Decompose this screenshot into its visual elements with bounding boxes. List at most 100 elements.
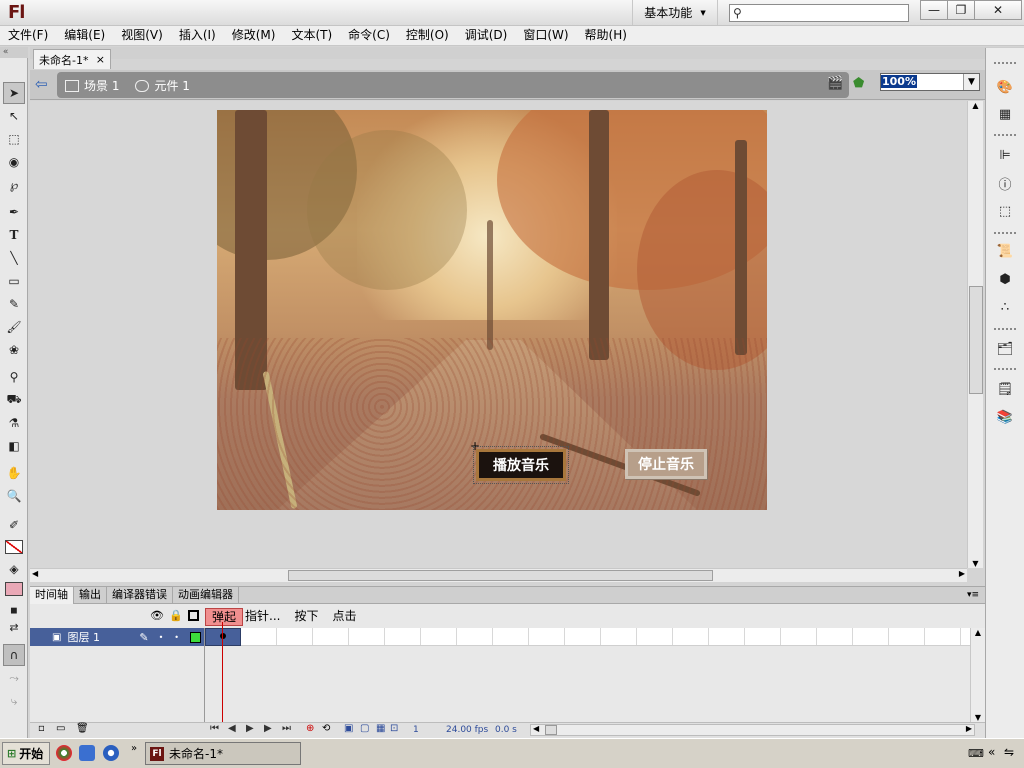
pencil-tool-icon[interactable]: ✎ [3, 293, 25, 315]
scroll-up-icon[interactable]: ▲ [968, 101, 983, 110]
frame-label-hit[interactable]: 点击 [332, 608, 356, 626]
back-arrow-icon[interactable]: ⇦ [35, 75, 48, 93]
deco-tool-icon[interactable]: ❀ [3, 339, 25, 361]
taskbar-item-flash[interactable]: Fl 未命名-1* [145, 742, 301, 765]
ie-icon[interactable] [79, 745, 95, 761]
menu-edit[interactable]: 编辑(E) [56, 26, 113, 46]
bone-tool-icon[interactable]: ⚲ [3, 366, 25, 388]
center-frame-icon[interactable]: ⊕ [306, 723, 314, 734]
zoom-tool-icon[interactable]: 🔍 [3, 485, 25, 507]
new-folder-icon[interactable]: ▭ [56, 723, 65, 734]
menu-view[interactable]: 视图(V) [113, 26, 171, 46]
straighten-icon[interactable]: ⤷ [3, 690, 25, 712]
panel-menu-icon[interactable]: ▾≡ [967, 590, 979, 600]
eraser-tool-icon[interactable]: ◧ [3, 435, 25, 457]
menu-modify[interactable]: 修改(M) [224, 26, 284, 46]
playhead[interactable] [222, 622, 223, 738]
transform-panel-icon[interactable]: ⬚ [994, 200, 1016, 222]
new-layer-icon[interactable]: ▫ [38, 723, 45, 734]
align-panel-icon[interactable]: ⊫ [994, 144, 1016, 166]
keyboard-icon[interactable]: ⌨ [968, 747, 984, 760]
code-snippets-icon[interactable]: 📜 [994, 240, 1016, 262]
start-button[interactable]: ⊞ 开始 [2, 742, 50, 765]
app-quicklaunch-icon[interactable] [103, 745, 119, 761]
first-frame-icon[interactable]: ⏮ [210, 723, 219, 734]
layer-row[interactable]: ▣ 图层 1 ✎ • • [30, 628, 205, 646]
swatches-panel-icon[interactable]: ▦ [994, 103, 1016, 125]
edit-symbols-icon[interactable]: ⬟ [853, 76, 864, 91]
tab-motion-editor[interactable]: 动画编辑器 [173, 586, 239, 604]
frame-label-over[interactable]: 指针... [245, 608, 280, 626]
onion-outline-icon[interactable]: ▢ [360, 723, 369, 734]
stage-vertical-scrollbar[interactable]: ▲ ▼ [967, 101, 983, 568]
eyedropper-tool-icon[interactable]: ⚗ [3, 412, 25, 434]
selection-tool-icon[interactable]: ➤ [3, 82, 25, 104]
rectangle-tool-icon[interactable]: ▭ [3, 270, 25, 292]
fill-color-icon[interactable]: ◈ [3, 558, 25, 580]
color-panel-icon[interactable]: 🎨 [994, 76, 1016, 98]
free-transform-tool-icon[interactable]: ⬚ [3, 128, 25, 150]
play-music-button[interactable]: 播放音乐 [473, 446, 569, 484]
frame-row[interactable] [205, 628, 970, 646]
paint-bucket-tool-icon[interactable]: ⛟ [3, 389, 25, 411]
layer-color-swatch[interactable] [190, 631, 201, 643]
menu-file[interactable]: 文件(F) [0, 26, 56, 46]
tab-output[interactable]: 输出 [74, 586, 107, 604]
menu-commands[interactable]: 命令(C) [340, 26, 398, 46]
browser-icon[interactable] [56, 745, 72, 761]
timeline-horizontal-scrollbar[interactable]: ◀ ▶ [530, 724, 975, 736]
eye-icon[interactable]: 👁 [150, 609, 164, 622]
last-frame-icon[interactable]: ⏭ [282, 723, 291, 734]
scroll-left-icon[interactable]: ◀ [533, 724, 539, 733]
close-button[interactable]: ✕ [974, 0, 1022, 20]
keyframe[interactable] [205, 628, 241, 646]
swap-colors-icon[interactable]: ⇄ [3, 616, 25, 638]
edit-multiple-frames-icon[interactable]: ▦ [376, 723, 385, 734]
menu-window[interactable]: 窗口(W) [515, 26, 576, 46]
motion-presets-icon[interactable]: ∴ [994, 296, 1016, 318]
frame-label-down[interactable]: 按下 [294, 608, 318, 626]
stroke-color-icon[interactable]: ✐ [3, 514, 25, 536]
tab-compiler-errors[interactable]: 编译器错误 [107, 586, 173, 604]
timeline-vertical-scrollbar[interactable]: ▲ ▼ [970, 628, 985, 722]
visibility-dot[interactable]: • [159, 633, 164, 642]
menu-insert[interactable]: 插入(I) [171, 26, 224, 46]
project-panel-icon[interactable]: 🗂 [994, 338, 1016, 360]
scroll-down-icon[interactable]: ▼ [968, 559, 983, 568]
lasso-tool-icon[interactable]: ℘ [3, 174, 25, 196]
stop-music-button[interactable]: 停止音乐 [625, 449, 707, 479]
delete-layer-icon[interactable]: 🗑 [76, 723, 89, 734]
prev-frame-icon[interactable]: ◀ [228, 723, 236, 734]
subselection-tool-icon[interactable]: ↖ [3, 105, 25, 127]
scroll-thumb[interactable] [545, 725, 557, 735]
line-tool-icon[interactable]: ╲ [3, 247, 25, 269]
minimize-button[interactable]: — [920, 0, 948, 20]
document-tab[interactable]: 未命名-1* × [33, 49, 111, 69]
next-frame-icon[interactable]: ▶ [264, 723, 272, 734]
frame-rate[interactable]: 24.00 fps [446, 725, 488, 735]
menu-help[interactable]: 帮助(H) [577, 26, 635, 46]
edit-scene-icon[interactable]: 🎬 [827, 76, 843, 91]
scroll-right-icon[interactable]: ▶ [966, 724, 972, 733]
stroke-swatch[interactable] [3, 536, 25, 558]
properties-panel-icon[interactable]: 🗒 [994, 378, 1016, 400]
stage-horizontal-scrollbar[interactable]: ◀ ▶ [30, 568, 967, 582]
loop-icon[interactable]: ⟲ [322, 723, 330, 734]
breadcrumb-symbol[interactable]: 元件 1 [135, 77, 190, 94]
scroll-right-icon[interactable]: ▶ [959, 569, 965, 578]
brush-tool-icon[interactable]: 🖌 [3, 316, 25, 338]
outline-icon[interactable] [188, 610, 199, 621]
library-panel-icon[interactable]: 📚 [994, 406, 1016, 428]
tab-timeline[interactable]: 时间轴 [30, 586, 74, 604]
text-tool-icon[interactable]: T [3, 224, 25, 246]
components-panel-icon[interactable]: ⬢ [994, 268, 1016, 290]
menu-control[interactable]: 控制(O) [398, 26, 457, 46]
hand-tool-icon[interactable]: ✋ [3, 462, 25, 484]
zoom-select[interactable]: 100% ▼ [880, 73, 980, 91]
pen-tool-icon[interactable]: ✒ [3, 201, 25, 223]
breadcrumb-scene[interactable]: 场景 1 [65, 77, 119, 94]
tray-expand-icon[interactable]: « [988, 745, 995, 759]
close-tab-icon[interactable]: × [96, 53, 105, 66]
onion-skin-icon[interactable]: ▣ [344, 723, 353, 734]
network-icon[interactable]: ⇋ [1004, 745, 1014, 759]
